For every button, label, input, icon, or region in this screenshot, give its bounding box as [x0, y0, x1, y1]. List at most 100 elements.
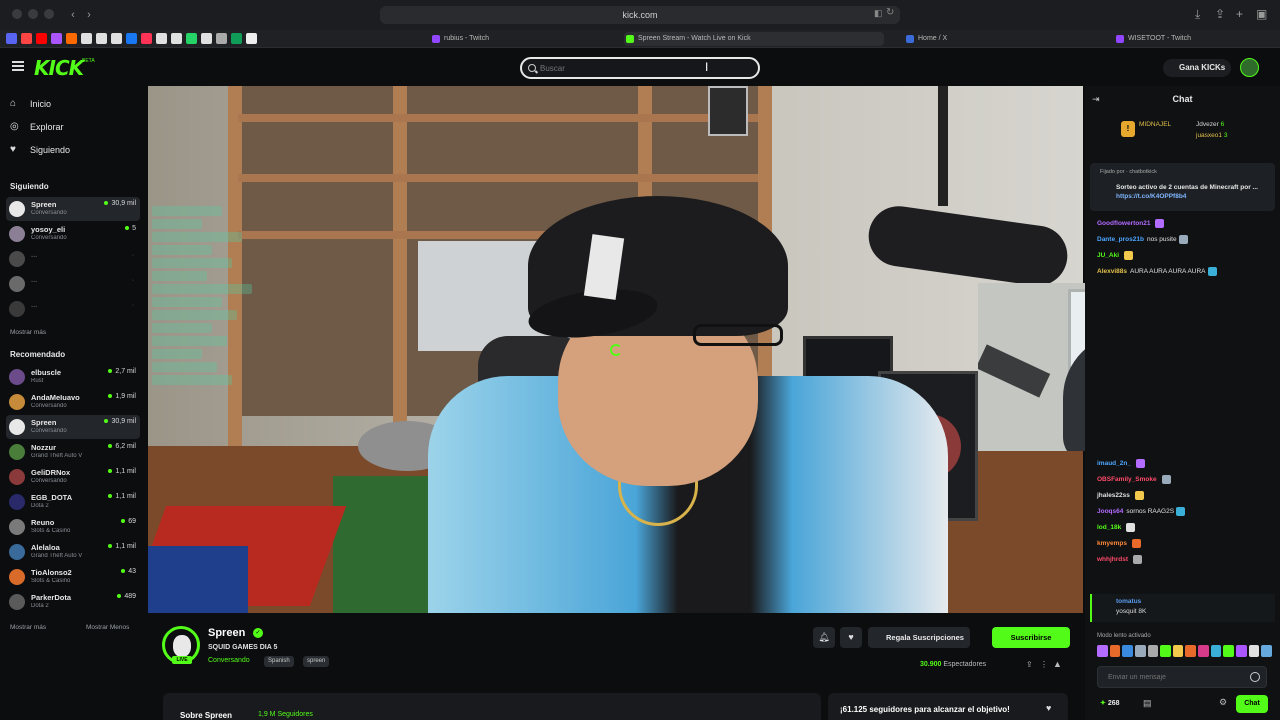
sidebar-channel[interactable]: yosoy_eli Conversando 5	[6, 222, 140, 246]
chat-settings-icon[interactable]: ⚙	[1219, 697, 1227, 708]
share-icon[interactable]: ⇪	[1026, 660, 1033, 669]
bookmark-icon[interactable]	[36, 33, 47, 44]
chat-username[interactable]: Jooqs64	[1097, 508, 1123, 515]
emote-icon[interactable]	[1160, 645, 1171, 657]
chat-username[interactable]: whhjhrdst	[1097, 556, 1128, 563]
bookmark-icon[interactable]	[246, 33, 257, 44]
emote-icon[interactable]	[1147, 645, 1159, 657]
tab-kick-spreen[interactable]: Spreen Stream - Watch Live on Kick	[624, 32, 884, 46]
streamer-name[interactable]: Spreen	[208, 627, 245, 639]
emoji-picker-icon[interactable]	[1250, 672, 1260, 682]
bookmark-icon[interactable]	[66, 33, 77, 44]
bookmark-icon[interactable]	[96, 33, 107, 44]
sidebar-channel[interactable]: AndaMeIuavo Conversando 1,9 mil	[6, 390, 140, 414]
show-more-following[interactable]: Mostrar más	[10, 329, 46, 336]
sidebar-nav-explore[interactable]: ◎ Explorar	[10, 119, 64, 135]
close-window-button[interactable]	[12, 9, 22, 19]
sidebar-channel[interactable]: Nozzur Grand Theft Auto V 6,2 mil	[6, 440, 140, 464]
emote-icon[interactable]	[1261, 645, 1272, 657]
sidebar-channel[interactable]: Reuno Slots & Casino 69	[6, 515, 140, 539]
show-more-recommended[interactable]: Mostrar más	[10, 624, 46, 631]
bookmark-icon[interactable]	[6, 33, 17, 44]
reader-icon[interactable]: ◧	[874, 8, 883, 19]
share-icon[interactable]: ⇪	[1215, 7, 1225, 21]
emote-icon[interactable]	[1122, 645, 1133, 657]
new-tab-icon[interactable]: +	[1236, 7, 1243, 21]
forward-icon[interactable]: ›	[80, 7, 98, 23]
chat-username[interactable]: Goodflowerton21	[1097, 220, 1150, 227]
sidebar-channel[interactable]: GeliDRNox Conversando 1,1 mil	[6, 465, 140, 489]
bookmark-icon[interactable]	[111, 33, 122, 44]
kick-logo[interactable]: KICK	[34, 56, 84, 80]
emote-icon[interactable]	[1236, 645, 1247, 657]
download-icon[interactable]: ⤓	[1195, 7, 1200, 22]
subscribe-button[interactable]: Suscribirse	[992, 627, 1070, 648]
video-player[interactable]	[148, 86, 1083, 613]
chat-username[interactable]: Alexvi88s	[1097, 268, 1127, 275]
chat-rules-icon[interactable]: ▤	[1143, 698, 1152, 709]
emote-icon[interactable]	[1210, 645, 1222, 657]
bookmark-icon[interactable]	[81, 33, 92, 44]
menu-icon[interactable]	[12, 61, 24, 71]
show-less-recommended[interactable]: Mostrar Menos	[86, 624, 129, 631]
leaderboard-user-1[interactable]: MIDNAJEL	[1139, 121, 1171, 128]
sidebar-channel[interactable]: Alelaloa Grand Theft Auto V 1,1 mil	[6, 540, 140, 564]
bookmark-icon[interactable]	[231, 33, 242, 44]
earn-kicks-button[interactable]: Gana KICKs	[1163, 59, 1232, 77]
tab-x-home[interactable]: Home / X	[904, 32, 947, 46]
bookmark-icon[interactable]	[201, 33, 212, 44]
sidebar-channel[interactable]: ... ◦	[6, 297, 140, 321]
sidebar-channel[interactable]: ParkerDota Dota 2 489	[6, 590, 140, 614]
search-box[interactable]	[520, 57, 760, 79]
notifications-bell-icon[interactable]: 🔔︎	[813, 627, 835, 648]
bookmark-icon[interactable]	[141, 33, 152, 44]
theater-mode-icon[interactable]: ▲	[1053, 659, 1062, 669]
sidebar-channel[interactable]: Spreen Conversando 30,9 mil	[6, 197, 140, 221]
bookmark-icon[interactable]	[156, 33, 167, 44]
sidebar-nav-following[interactable]: ♥ Siguiendo	[10, 142, 70, 158]
bookmark-icon[interactable]	[171, 33, 182, 44]
emote-icon[interactable]	[1109, 645, 1121, 657]
chat-username[interactable]: OBSFamily_Smoke	[1097, 476, 1157, 483]
bookmark-icon[interactable]	[126, 33, 137, 44]
channel-points[interactable]: ✦ 268	[1100, 699, 1120, 707]
emote-icon[interactable]	[1248, 645, 1260, 657]
sidebar-channel[interactable]: Spreen Conversando 30,9 mil	[6, 415, 140, 439]
collapse-chat-icon[interactable]: ⇥	[1092, 94, 1100, 105]
sidebar-channel[interactable]: TioAlonso2 Slots & Casino 43	[6, 565, 140, 589]
chat-message-input[interactable]	[1097, 666, 1267, 688]
sidebar-channel[interactable]: ... ◦	[6, 247, 140, 271]
emote-icon[interactable]	[1185, 645, 1197, 657]
bookmark-icon[interactable]	[216, 33, 227, 44]
chat-username[interactable]: imaud_2n_	[1097, 460, 1131, 467]
reply-username[interactable]: tomatus	[1116, 598, 1141, 605]
tag-spreen[interactable]: spreen	[303, 656, 330, 667]
tab-twitch-rubius[interactable]: rubius - Twitch	[430, 32, 489, 46]
sidebar-channel[interactable]: ... ◦	[6, 272, 140, 296]
tab-overview-icon[interactable]: ▣	[1256, 7, 1267, 21]
chat-send-button[interactable]: Chat	[1236, 695, 1268, 713]
chat-username[interactable]: jhales22ss	[1097, 492, 1130, 499]
sidebar-nav-home[interactable]: ⌂ Inicio	[10, 96, 51, 112]
stream-category[interactable]: Conversando	[208, 657, 250, 664]
sidebar-channel[interactable]: EGB_DOTA Dota 2 1,1 mil	[6, 490, 140, 514]
chat-username[interactable]: kmyemps	[1097, 540, 1127, 547]
tab-twitch-wisetoot[interactable]: WISETOOT - Twitch	[1114, 32, 1191, 46]
leaderboard-user-2[interactable]: Jdvezer 6	[1196, 121, 1224, 128]
sidebar-channel[interactable]: elbuscle Rust 2,7 mil	[6, 365, 140, 389]
bookmark-icon[interactable]	[21, 33, 32, 44]
chat-username[interactable]: JU_Aki	[1097, 252, 1119, 259]
gift-subs-button[interactable]: Regala Suscripciones	[868, 627, 970, 648]
emote-icon[interactable]	[1172, 645, 1184, 657]
follow-heart-icon[interactable]: ♥	[840, 627, 862, 648]
bookmark-icon[interactable]	[51, 33, 62, 44]
user-avatar[interactable]	[1240, 58, 1259, 77]
leaderboard-user-3[interactable]: juasxeo1 3	[1196, 132, 1227, 139]
pinned-link[interactable]: https://t.co/K4OPPf8b4	[1116, 193, 1186, 200]
emote-icon[interactable]	[1223, 645, 1235, 657]
minimize-window-button[interactable]	[28, 9, 38, 19]
emote-icon[interactable]	[1097, 645, 1108, 657]
search-input[interactable]	[540, 61, 740, 76]
chat-username[interactable]: lod_18k	[1097, 524, 1121, 531]
url-bar[interactable]: kick.com	[380, 6, 900, 24]
